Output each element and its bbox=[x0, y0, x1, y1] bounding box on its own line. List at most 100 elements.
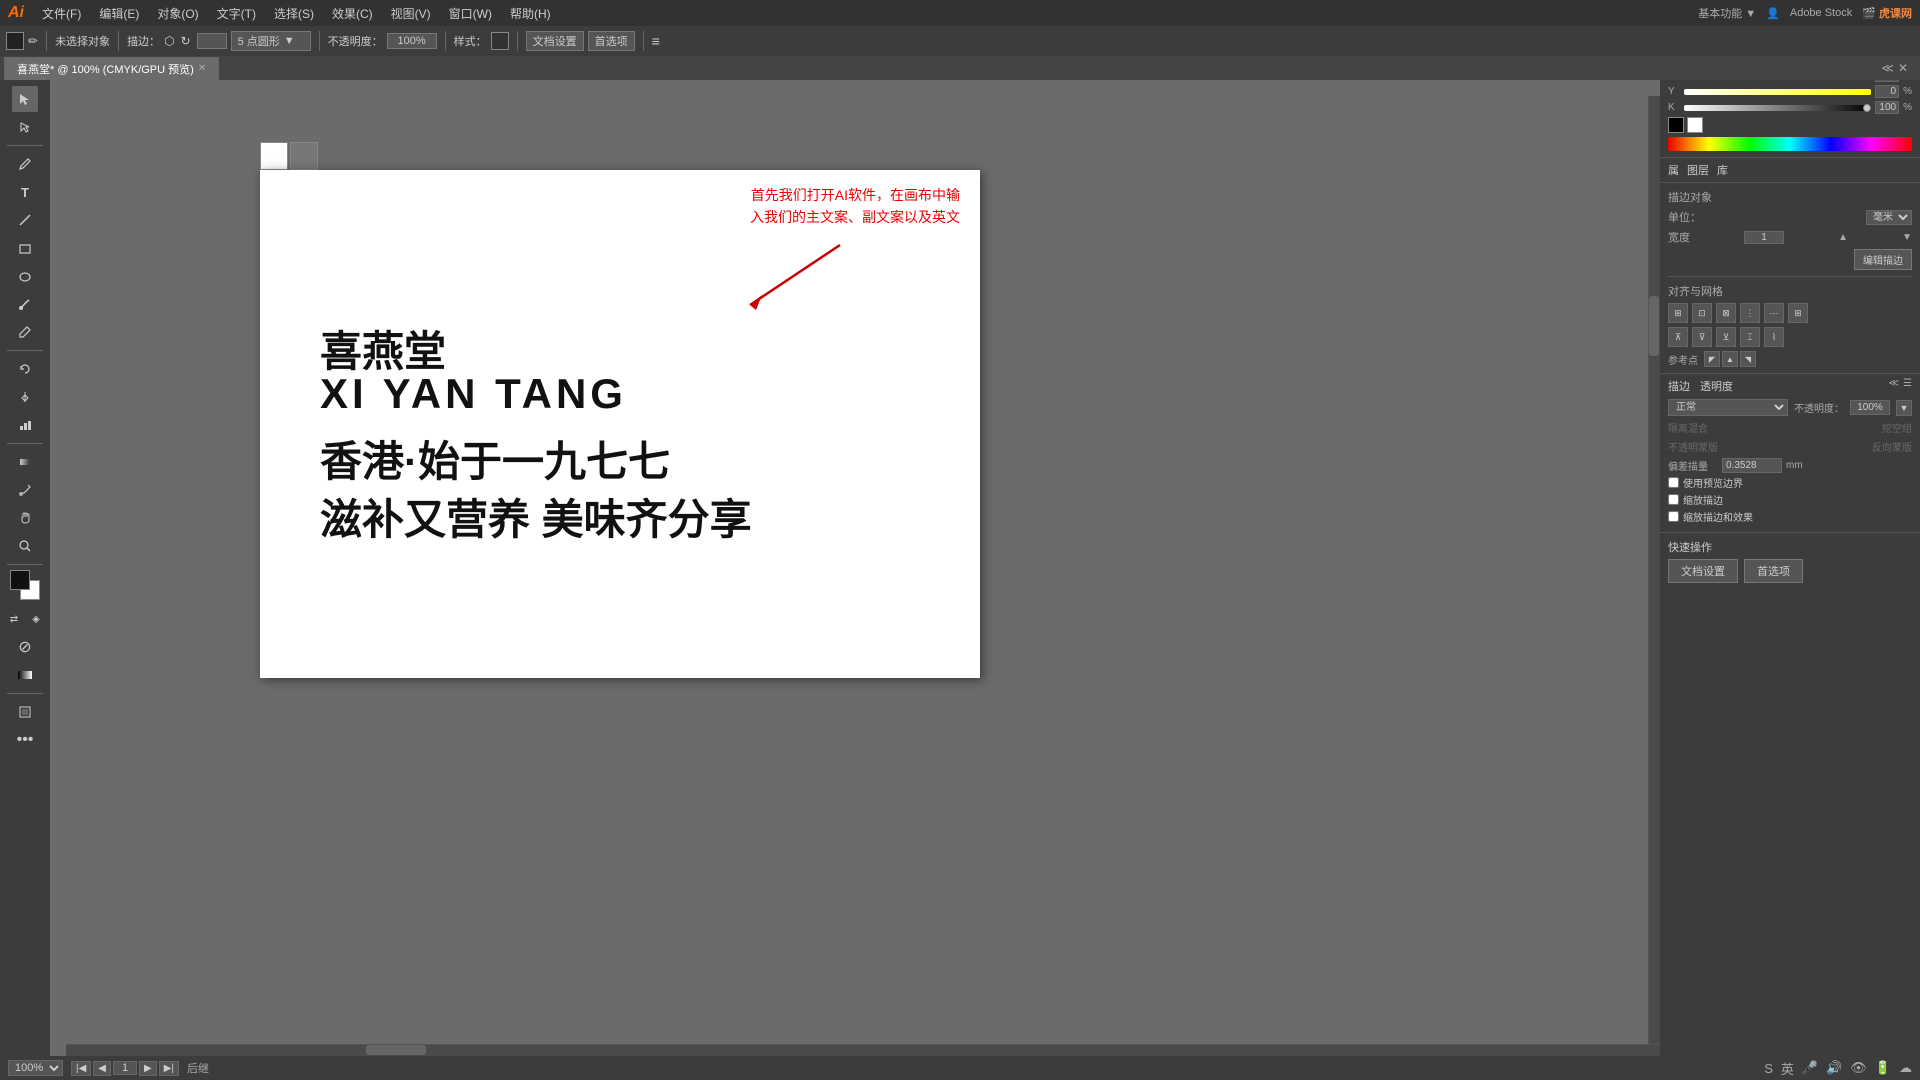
tool-eyedropper[interactable] bbox=[12, 477, 38, 503]
first-option-btn[interactable]: 首选项 bbox=[588, 31, 635, 51]
foreground-color-swatch[interactable] bbox=[10, 570, 30, 590]
tool-gradient-swatch[interactable] bbox=[12, 662, 38, 688]
align-bottom-icon[interactable]: ⊻ bbox=[1716, 327, 1736, 347]
page-next-btn[interactable]: ▶ bbox=[139, 1061, 157, 1076]
opacity-dropdown-btn[interactable]: ▼ bbox=[1896, 400, 1912, 416]
spread-icon[interactable]: ≡ bbox=[652, 33, 660, 49]
tool-hand[interactable] bbox=[12, 505, 38, 531]
menu-select[interactable]: 选择(S) bbox=[266, 3, 322, 24]
tool-none[interactable]: ⊘ bbox=[12, 634, 38, 660]
tool-line[interactable] bbox=[12, 207, 38, 233]
align-top-icon[interactable]: ⊼ bbox=[1668, 327, 1688, 347]
page-prev-btn[interactable]: ◀ bbox=[93, 1061, 111, 1076]
menu-object[interactable]: 对象(O) bbox=[149, 3, 206, 24]
menu-view[interactable]: 视图(V) bbox=[383, 3, 439, 24]
mini-swatch-white[interactable] bbox=[260, 142, 288, 170]
panel-close-icon[interactable]: ✕ bbox=[1898, 61, 1908, 75]
ref-tc[interactable]: ▲ bbox=[1722, 351, 1738, 367]
tool-ellipse[interactable] bbox=[12, 263, 38, 289]
tool-text[interactable]: T bbox=[12, 179, 38, 205]
menu-window[interactable]: 窗口(W) bbox=[441, 3, 500, 24]
menu-text[interactable]: 文字(T) bbox=[209, 3, 264, 24]
align-left-icon[interactable]: ⊞ bbox=[1668, 303, 1688, 323]
distribute-horiz-icon[interactable]: ⋮ bbox=[1740, 303, 1760, 323]
divider6 bbox=[643, 31, 644, 51]
y-slider[interactable] bbox=[1684, 89, 1871, 95]
stroke-color-swatch[interactable] bbox=[6, 32, 24, 50]
flat-val[interactable] bbox=[1722, 458, 1782, 473]
distribute-bottom-icon[interactable]: ⌇ bbox=[1764, 327, 1784, 347]
ref-tl[interactable]: ◤ bbox=[1704, 351, 1720, 367]
menu-edit[interactable]: 编辑(E) bbox=[91, 3, 147, 24]
tool-zoom[interactable] bbox=[12, 533, 38, 559]
tool-selection[interactable] bbox=[12, 86, 38, 112]
library-tab[interactable]: 库 bbox=[1717, 162, 1728, 178]
color-swatches[interactable] bbox=[10, 570, 40, 600]
quick-preferences-btn[interactable]: 首选项 bbox=[1744, 559, 1803, 583]
k-value[interactable] bbox=[1875, 101, 1899, 114]
opacity-value[interactable] bbox=[1850, 400, 1890, 415]
panel-collapse-icon[interactable]: ≪ bbox=[1881, 61, 1894, 75]
menu-file[interactable]: 文件(F) bbox=[34, 3, 89, 24]
page-num-input[interactable] bbox=[113, 1061, 137, 1075]
adobe-stock-link[interactable]: Adobe Stock bbox=[1790, 7, 1852, 19]
horizontal-scrollbar[interactable] bbox=[66, 1044, 1660, 1056]
page-last-btn[interactable]: ▶| bbox=[159, 1061, 179, 1076]
tool-artboard[interactable] bbox=[12, 699, 38, 725]
color-black-swatch[interactable] bbox=[1668, 117, 1684, 133]
tool-chart[interactable] bbox=[12, 412, 38, 438]
swap-colors-icon[interactable]: ⇄ bbox=[5, 610, 23, 628]
tab-close-icon[interactable]: ✕ bbox=[198, 63, 206, 74]
use-preview-checkbox[interactable] bbox=[1668, 477, 1679, 488]
vertical-scrollbar[interactable] bbox=[1648, 96, 1660, 1044]
tool-mirror[interactable] bbox=[12, 384, 38, 410]
tool-rotate[interactable] bbox=[12, 356, 38, 382]
reset-colors-icon[interactable]: ◈ bbox=[27, 610, 45, 628]
tab-main[interactable]: 喜燕堂* @ 100% (CMYK/GPU 预览) ✕ bbox=[4, 57, 219, 80]
page-first-btn[interactable]: |◀ bbox=[71, 1061, 91, 1076]
tool-pen[interactable] bbox=[12, 151, 38, 177]
align-right-icon[interactable]: ⊠ bbox=[1716, 303, 1736, 323]
align-middle-icon[interactable]: ⊽ bbox=[1692, 327, 1712, 347]
distribute-top-icon[interactable]: ⌶ bbox=[1740, 327, 1760, 347]
properties-tab[interactable]: 属 bbox=[1668, 162, 1679, 178]
distribute-vert-icon[interactable]: ⋯ bbox=[1764, 303, 1784, 323]
stepper-down[interactable]: ▼ bbox=[1902, 232, 1912, 243]
stroke-object-title: 描边对象 bbox=[1668, 189, 1912, 205]
menu-effect[interactable]: 效果(C) bbox=[324, 3, 381, 24]
trans-collapse-icon[interactable]: ≪ bbox=[1889, 378, 1899, 389]
zoom-select[interactable]: 100% bbox=[8, 1060, 63, 1076]
quick-doc-settings-btn[interactable]: 文档设置 bbox=[1668, 559, 1738, 583]
doc-settings-btn[interactable]: 文档设置 bbox=[526, 31, 584, 51]
spectrum-bar[interactable] bbox=[1668, 137, 1912, 151]
blend-mode-select[interactable]: 正常 bbox=[1668, 399, 1788, 416]
trans-menu-icon[interactable]: ☰ bbox=[1903, 378, 1912, 389]
pts-selector[interactable]: 5 点圆形 ▼ bbox=[231, 31, 311, 51]
layers-tab[interactable]: 图层 bbox=[1687, 162, 1709, 178]
menu-help[interactable]: 帮助(H) bbox=[502, 3, 559, 24]
ref-tr[interactable]: ◥ bbox=[1740, 351, 1756, 367]
expand-effects-checkbox[interactable] bbox=[1668, 511, 1679, 522]
color-white-swatch[interactable] bbox=[1687, 117, 1703, 133]
y-value[interactable] bbox=[1875, 85, 1899, 98]
grid-icon[interactable]: ⊞ bbox=[1788, 303, 1808, 323]
align-center-icon[interactable]: ⊡ bbox=[1692, 303, 1712, 323]
tool-direct-selection[interactable] bbox=[12, 114, 38, 140]
mini-swatch-gray[interactable] bbox=[290, 142, 318, 170]
edit-stroke-btn[interactable]: 编辑描边 bbox=[1854, 249, 1912, 270]
tool-pencil[interactable] bbox=[12, 319, 38, 345]
k-slider[interactable] bbox=[1684, 105, 1871, 111]
transparency-tab[interactable]: 透明度 bbox=[1700, 378, 1733, 394]
tool-more[interactable]: ••• bbox=[12, 727, 38, 753]
tool-rect[interactable] bbox=[12, 235, 38, 261]
tool-brush[interactable] bbox=[12, 291, 38, 317]
reference-point-row: 参考点 ◤ ▲ ◥ bbox=[1668, 351, 1912, 367]
expand-checkbox[interactable] bbox=[1668, 494, 1679, 505]
stroke-tab[interactable]: 描边 bbox=[1668, 378, 1690, 394]
stroke-input[interactable] bbox=[197, 33, 227, 49]
unit-select[interactable]: 毫米 bbox=[1866, 210, 1912, 225]
stepper-up[interactable]: ▲ bbox=[1838, 232, 1848, 243]
width-input[interactable] bbox=[1744, 231, 1784, 244]
tool-gradient[interactable] bbox=[12, 449, 38, 475]
opacity-input[interactable] bbox=[387, 33, 437, 49]
